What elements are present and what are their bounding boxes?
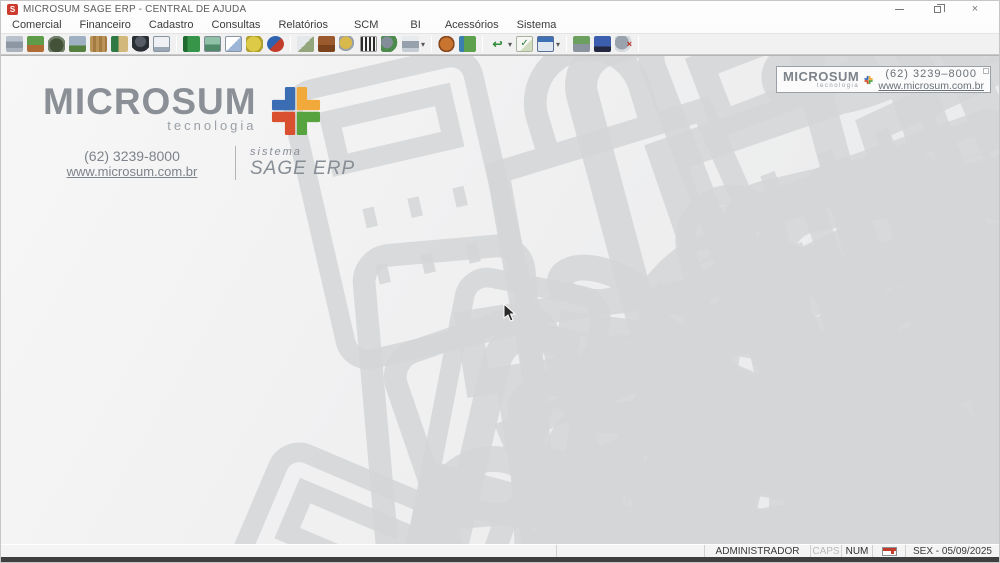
wallet-icon[interactable] [318,36,335,52]
gears-icon[interactable] [381,36,398,52]
cash-register-icon[interactable] [6,36,23,52]
toolbar-separator [431,36,432,52]
toolbar-separator [638,36,639,52]
menu-sistema[interactable]: Sistema [508,17,566,33]
menu-comercial[interactable]: Comercial [3,17,71,33]
app-icon: S [7,4,18,15]
monitor-icon[interactable] [594,36,611,52]
menu-consultas[interactable]: Consultas [203,17,270,33]
photo-icon[interactable] [204,36,221,52]
microsum-plus-logo [269,84,323,138]
client-area: MICROSUM tecnologia (62) 3239-8000 www.m… [1,55,999,544]
brand-phone: (62) 3239-8000 [43,148,221,164]
pos-terminal-icon[interactable] [69,36,86,52]
status-bar: ADMINISTRADOR CAPS NUM SEX - 05/09/2025 [1,544,999,557]
toolbar-separator [176,36,177,52]
toolbar-separator [566,36,567,52]
bottom-strip [1,557,999,562]
status-num-indicator: NUM [842,545,873,557]
donation-hand-icon[interactable] [27,36,44,52]
close-button[interactable]: × [967,3,983,15]
brand-badge: MICROSUM tecnologia (62) 3239–8000 www.m… [776,66,991,93]
toolbar: ▾ ↩ ▾ ✓ ▾ × [1,34,999,55]
calendar-icon [882,547,897,556]
undo-dropdown[interactable]: ▾ [508,40,512,49]
joystick-icon[interactable] [132,36,149,52]
duck-icon[interactable] [246,36,263,52]
menu-scm[interactable]: SCM [337,17,395,33]
menu-relatorios[interactable]: Relatórios [269,17,337,33]
toolbar-separator [290,36,291,52]
status-caps-indicator: CAPS [811,545,842,557]
green-book-icon[interactable] [183,36,200,52]
menu-bi[interactable]: BI [395,17,435,33]
menu-financeiro[interactable]: Financeiro [71,17,140,33]
dove-icon[interactable] [297,36,314,52]
badge-website-link[interactable]: www.microsum.com.br [878,80,984,92]
clipboard-clock-icon[interactable] [153,36,170,52]
minimize-button[interactable] [891,3,907,15]
badge-phone: (62) 3239–8000 [878,68,984,80]
window-title: MICROSUM SAGE ERP - CENTRAL DE AJUDA [23,4,246,15]
microsum-plus-logo-small [864,69,873,91]
status-date: SEX - 05/09/2025 [906,545,999,557]
menu-cadastro[interactable]: Cadastro [140,17,203,33]
calculator-icon[interactable] [537,36,554,52]
mouse-cursor [503,303,517,323]
title-bar: S MICROSUM SAGE ERP - CENTRAL DE AJUDA × [1,1,999,17]
undo-arrow-icon[interactable]: ↩ [489,36,506,52]
coin-search-icon[interactable] [339,36,356,52]
notebook-icon[interactable] [459,36,476,52]
printer-dropdown[interactable]: ▾ [421,40,425,49]
globe-icon[interactable] [267,36,284,52]
toolbar-separator [482,36,483,52]
money-bag-icon[interactable] [48,36,65,52]
status-panel-empty-1 [1,545,557,557]
copy-documents-icon[interactable] [225,36,242,52]
badge-brand-name: MICROSUM [783,71,859,83]
app-window: S MICROSUM SAGE ERP - CENTRAL DE AJUDA ×… [0,0,1000,563]
system-label: sistema [250,146,355,158]
printer-icon[interactable] [402,36,419,52]
seal-badge-icon[interactable] [438,36,455,52]
brand-website-link[interactable]: www.microsum.com.br [43,164,221,179]
brand-name: MICROSUM [43,84,257,120]
menu-acessorios[interactable]: Acessórios [436,17,508,33]
menu-bar: Comercial Financeiro Cadastro Consultas … [1,17,999,34]
task-check-icon[interactable]: ✓ [516,36,533,52]
barcode-icon[interactable] [360,36,377,52]
status-calendar-button[interactable] [873,545,906,557]
status-panel-empty-2 [557,545,705,557]
status-user: ADMINISTRADOR [705,545,811,557]
badge-corner-button[interactable] [983,68,989,74]
gear-exit-icon[interactable]: × [615,36,632,52]
restore-button[interactable] [929,3,945,15]
system-name: SAGE ERP [250,158,355,180]
person-chart-icon[interactable] [573,36,590,52]
calculator-dropdown[interactable]: ▾ [556,40,560,49]
divider [235,146,236,180]
brand-center: MICROSUM tecnologia (62) 3239-8000 www.m… [43,84,355,180]
crate-icon[interactable] [90,36,107,52]
ledger-cabinet-icon[interactable] [111,36,128,52]
